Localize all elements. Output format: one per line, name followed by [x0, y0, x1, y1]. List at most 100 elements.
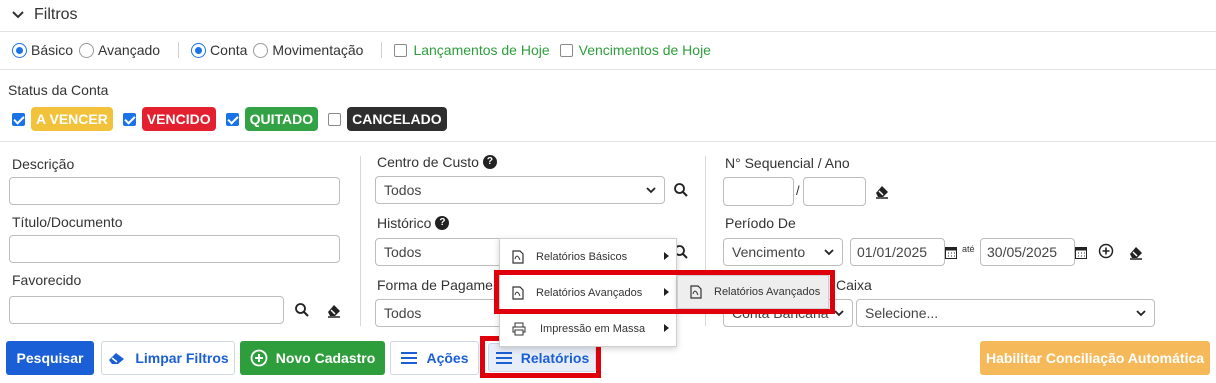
favorecido-input[interactable]: [9, 296, 284, 324]
radio-movimentacao-label: Movimentação: [272, 42, 364, 58]
badge-a-vencer: A VENCER: [31, 107, 113, 131]
forma-pagamento-label: Forma de Pagamen: [377, 277, 501, 293]
radio-basico[interactable]: Básico: [12, 42, 73, 58]
plus-circle-icon[interactable]: [1096, 241, 1116, 261]
radio-conta[interactable]: Conta: [191, 42, 247, 58]
acoes-label: Ações: [426, 350, 469, 366]
sequencial-input[interactable]: [723, 177, 794, 206]
chevron-down-icon: [12, 11, 24, 19]
chevron-down-icon: [824, 249, 834, 256]
date-to-input[interactable]: 30/05/2025: [980, 238, 1075, 266]
caixa-label: Caixa: [836, 277, 872, 293]
habilitar-conciliacao-button[interactable]: Habilitar Conciliação Automática: [980, 341, 1210, 375]
limpar-filtros-button[interactable]: Limpar Filtros: [101, 341, 235, 375]
centro-custo-label: Centro de Custo: [377, 154, 479, 170]
titulo-label: Título/Documento: [12, 214, 123, 230]
checkbox-vencido[interactable]: [122, 112, 136, 126]
divider: [0, 31, 1216, 32]
menu-item-impressao-massa[interactable]: Impressão em Massa: [500, 311, 677, 347]
chevron-down-icon: [646, 187, 656, 194]
descricao-label: Descrição: [12, 156, 75, 172]
highlight-box: [494, 270, 835, 314]
search-icon[interactable]: [671, 180, 691, 200]
pesquisar-button[interactable]: Pesquisar: [6, 341, 94, 375]
eraser-icon: [109, 353, 125, 364]
ate-label: até: [962, 244, 975, 254]
historico-label: Histórico: [377, 215, 432, 231]
chevron-down-icon: [1136, 310, 1146, 317]
checkbox-cancelado[interactable]: [328, 112, 342, 126]
status-label: Status da Conta: [8, 82, 109, 98]
pdf-file-icon: [512, 250, 524, 264]
periodo-select[interactable]: Vencimento: [723, 238, 843, 266]
help-icon[interactable]: ?: [435, 216, 450, 230]
titulo-input[interactable]: [9, 235, 340, 263]
filters-header[interactable]: Filtros: [10, 4, 78, 26]
periodo-label: Período De: [725, 215, 796, 231]
forma-pagamento-value: Todos: [384, 305, 422, 321]
eraser-icon[interactable]: [324, 300, 344, 320]
acoes-button[interactable]: Ações: [390, 341, 479, 375]
radio-avancado-label: Avançado: [98, 42, 161, 58]
calendar-icon[interactable]: [944, 242, 958, 262]
badge-cancelado: CANCELADO: [347, 107, 447, 131]
divider: [0, 69, 1216, 70]
centro-custo-value: Todos: [384, 182, 422, 198]
checkbox-quitado[interactable]: [225, 112, 239, 126]
plus-circle-icon: [250, 349, 268, 367]
radio-movimentacao[interactable]: Movimentação: [253, 42, 363, 58]
radio-indicator[interactable]: [79, 42, 95, 58]
historico-value: Todos: [384, 244, 422, 260]
radio-basico-label: Básico: [31, 42, 74, 58]
date-from-value: 01/01/2025: [857, 244, 928, 260]
radio-conta-label: Conta: [210, 42, 248, 58]
menu-icon: [401, 352, 418, 364]
radio-indicator[interactable]: [191, 42, 207, 58]
date-to-value: 30/05/2025: [987, 244, 1058, 260]
menu-item-label: Impressão em Massa: [540, 323, 646, 335]
status-row: A VENCER VENCIDO QUITADO CANCELADO: [12, 107, 457, 131]
sequencial-label: N° Sequencial / Ano: [725, 155, 850, 171]
chevron-right-icon: [664, 324, 669, 332]
checkbox-vencimentos-label: Vencimentos de Hoje: [578, 42, 711, 58]
separator: [178, 42, 180, 58]
caixa-select[interactable]: Selecione...: [856, 299, 1155, 327]
ano-input[interactable]: [803, 177, 866, 206]
periodo-value: Vencimento: [732, 244, 806, 260]
novo-cadastro-label: Novo Cadastro: [275, 350, 376, 366]
checkbox-a-vencer[interactable]: [12, 112, 25, 126]
centro-custo-label-wrap: Centro de Custo ?: [377, 154, 497, 170]
chevron-down-icon: [834, 310, 844, 317]
checkbox-lancamentos-hoje[interactable]: Lançamentos de Hoje: [394, 42, 550, 58]
badge-vencido: VENCIDO: [141, 107, 216, 131]
eraser-icon[interactable]: [872, 181, 892, 201]
search-icon[interactable]: [292, 300, 312, 320]
column-divider: [360, 156, 361, 326]
checkbox-indicator[interactable]: [559, 43, 573, 57]
printer-icon: [512, 322, 526, 336]
radio-indicator[interactable]: [253, 42, 269, 58]
filters-title: Filtros: [34, 6, 78, 23]
divider: [0, 141, 1216, 142]
checkbox-vencimentos-hoje[interactable]: Vencimentos de Hoje: [559, 42, 711, 58]
menu-item-label: Relatórios Básicos: [536, 251, 628, 263]
limpar-filtros-label: Limpar Filtros: [135, 350, 229, 366]
checkbox-lancamentos-label: Lançamentos de Hoje: [413, 42, 550, 58]
eraser-icon[interactable]: [1126, 242, 1146, 262]
radio-avancado[interactable]: Avançado: [79, 42, 160, 58]
separator: [381, 42, 383, 58]
historico-label-wrap: Histórico ?: [377, 215, 450, 231]
favorecido-label: Favorecido: [12, 272, 82, 288]
help-icon[interactable]: ?: [482, 155, 497, 169]
descricao-input[interactable]: [9, 177, 340, 205]
calendar-icon[interactable]: [1074, 242, 1088, 262]
date-from-input[interactable]: 01/01/2025: [850, 238, 945, 266]
novo-cadastro-button[interactable]: Novo Cadastro: [240, 341, 385, 375]
chevron-right-icon: [664, 252, 669, 260]
radio-indicator[interactable]: [12, 42, 27, 58]
filter-options-row: Básico Avançado Conta Movimentação Lança…: [12, 40, 717, 60]
checkbox-indicator[interactable]: [394, 43, 408, 57]
centro-custo-select[interactable]: Todos: [375, 176, 665, 204]
sequencial-separator: /: [796, 183, 800, 198]
badge-quitado: QUITADO: [244, 107, 319, 131]
